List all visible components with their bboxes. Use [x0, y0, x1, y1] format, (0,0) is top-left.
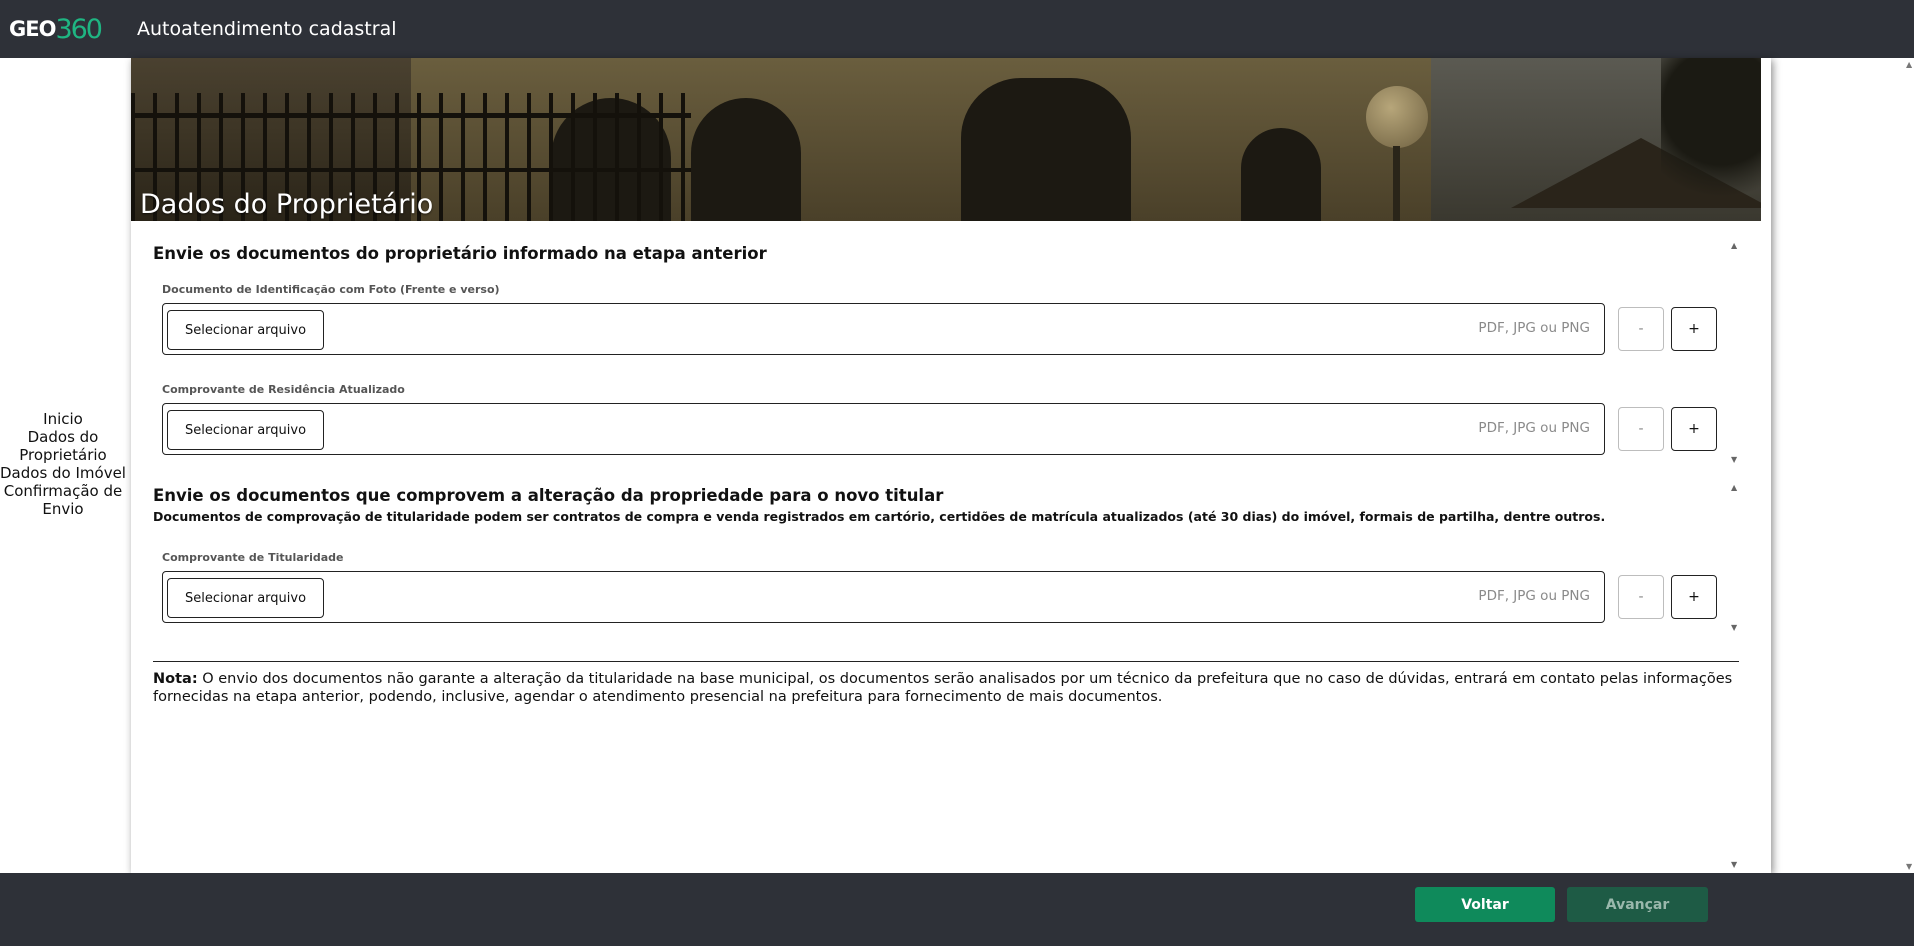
select-file-button[interactable]: Selecionar arquivo — [167, 410, 324, 450]
step-confirmacao-envio[interactable]: Confirmação de Envio — [0, 482, 126, 518]
scroll-up-arrow-icon[interactable]: ▲ — [1731, 241, 1737, 250]
page-title: Dados do Proprietário — [140, 189, 434, 220]
lamp-globe-image — [1366, 86, 1428, 148]
note-text: Nota: O envio dos documentos não garante… — [153, 661, 1739, 706]
field-label: Comprovante de Residência Atualizado — [162, 383, 405, 396]
remove-file-button[interactable]: - — [1618, 407, 1664, 451]
owner-documents-section: Envie os documentos do proprietário info… — [153, 244, 1747, 469]
scroll-down-arrow-icon[interactable]: ▼ — [1731, 455, 1737, 464]
note-body: O envio dos documentos não garante a alt… — [153, 671, 1733, 705]
remove-file-button[interactable]: - — [1618, 307, 1664, 351]
step-dados-imovel[interactable]: Dados do Imóvel — [0, 464, 126, 482]
remove-file-button[interactable]: - — [1618, 575, 1664, 619]
select-file-button[interactable]: Selecionar arquivo — [167, 578, 324, 618]
back-button[interactable]: Voltar — [1415, 887, 1555, 922]
arch-shape — [691, 98, 801, 221]
fence-rail — [131, 168, 691, 172]
field-label: Documento de Identificação com Foto (Fre… — [162, 283, 500, 296]
geo360-logo: GEO 360 — [9, 0, 103, 58]
footer-bar: Voltar Avançar — [0, 873, 1914, 946]
file-input-titularidade[interactable]: Selecionar arquivo PDF, JPG ou PNG — [162, 571, 1605, 623]
scroll-down-arrow-icon[interactable]: ▼ — [1731, 623, 1737, 632]
file-input-identificacao[interactable]: Selecionar arquivo PDF, JPG ou PNG — [162, 303, 1605, 355]
panel-scroll-down-icon[interactable]: ▼ — [1731, 860, 1737, 869]
add-file-button[interactable]: + — [1671, 575, 1717, 619]
field-label: Comprovante de Titularidade — [162, 551, 344, 564]
file-format-hint: PDF, JPG ou PNG — [1478, 420, 1590, 436]
fence-rail — [131, 113, 691, 118]
page-scroll-down-icon[interactable]: ▼ — [1906, 862, 1912, 871]
arch-shape — [961, 78, 1131, 221]
file-format-hint: PDF, JPG ou PNG — [1478, 588, 1590, 604]
section-title: Envie os documentos que comprovem a alte… — [153, 486, 944, 505]
scroll-up-arrow-icon[interactable]: ▲ — [1731, 483, 1737, 492]
step-dados-proprietario[interactable]: Dados do Proprietário — [0, 428, 126, 464]
tree-image — [1661, 58, 1761, 221]
next-button[interactable]: Avançar — [1567, 887, 1708, 922]
lamp-post-image — [1393, 146, 1400, 221]
step-inicio[interactable]: Inicio — [0, 410, 126, 428]
file-format-hint: PDF, JPG ou PNG — [1478, 320, 1590, 336]
note-prefix: Nota: — [153, 671, 198, 687]
app-title: Autoatendimento cadastral — [136, 18, 397, 40]
top-bar: GEO 360 Autoatendimento cadastral — [0, 0, 1914, 58]
file-input-residencia[interactable]: Selecionar arquivo PDF, JPG ou PNG — [162, 403, 1605, 455]
logo-number-text: 360 — [55, 13, 103, 45]
add-file-button[interactable]: + — [1671, 407, 1717, 451]
add-file-button[interactable]: + — [1671, 307, 1717, 351]
select-file-button[interactable]: Selecionar arquivo — [167, 310, 324, 350]
section-description: Documentos de comprovação de titularidad… — [153, 509, 1606, 524]
hero-banner: Dados do Proprietário — [131, 58, 1761, 221]
arch-shape — [1241, 128, 1321, 221]
page-scroll-up-icon[interactable]: ▲ — [1906, 60, 1912, 69]
ownership-documents-section: Envie os documentos que comprovem a alte… — [153, 486, 1747, 656]
logo-geo-text: GEO — [9, 17, 56, 41]
main-panel: Dados do Proprietário Envie os documento… — [131, 58, 1771, 873]
section-title: Envie os documentos do proprietário info… — [153, 244, 767, 263]
steps-sidebar: Inicio Dados do Proprietário Dados do Im… — [0, 410, 126, 518]
